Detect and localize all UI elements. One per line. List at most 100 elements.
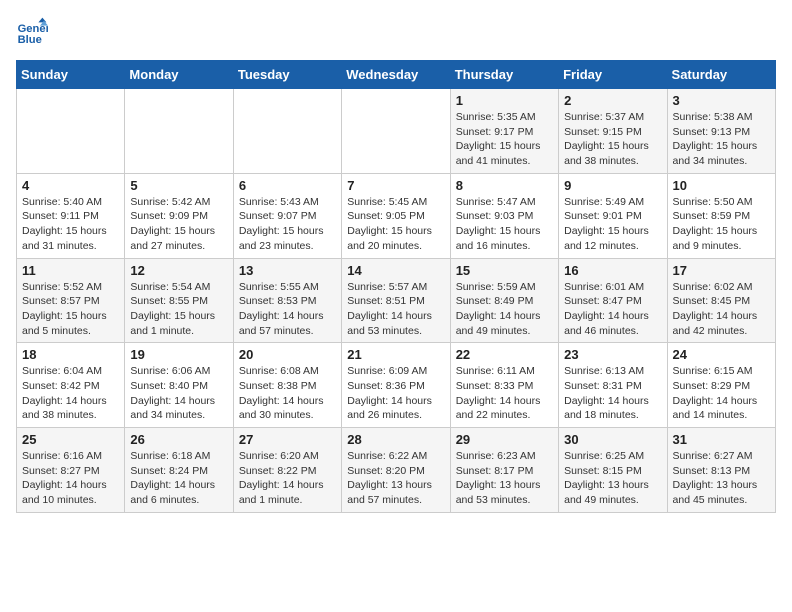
calendar-cell: 24 Sunrise: 6:15 AM Sunset: 8:29 PM Dayli… [667, 343, 775, 428]
calendar-cell [342, 89, 450, 174]
calendar-cell: 2 Sunrise: 5:37 AM Sunset: 9:15 PM Daylig… [559, 89, 667, 174]
day-info: Sunrise: 6:18 AM Sunset: 8:24 PM Dayligh… [130, 449, 227, 508]
day-info: Sunrise: 5:50 AM Sunset: 8:59 PM Dayligh… [673, 195, 770, 254]
calendar-cell: 4 Sunrise: 5:40 AM Sunset: 9:11 PM Daylig… [17, 173, 125, 258]
day-info: Sunrise: 6:16 AM Sunset: 8:27 PM Dayligh… [22, 449, 119, 508]
col-header-wednesday: Wednesday [342, 61, 450, 89]
day-info: Sunrise: 6:09 AM Sunset: 8:36 PM Dayligh… [347, 364, 444, 423]
day-info: Sunrise: 6:20 AM Sunset: 8:22 PM Dayligh… [239, 449, 336, 508]
calendar-cell: 30Sunrise: 6:25 AM Sunset: 8:15 PM Dayli… [559, 428, 667, 513]
calendar-cell: 9 Sunrise: 5:49 AM Sunset: 9:01 PM Daylig… [559, 173, 667, 258]
day-number: 13 [239, 263, 336, 278]
day-info: Sunrise: 5:59 AM Sunset: 8:49 PM Dayligh… [456, 280, 553, 339]
calendar-cell: 11 Sunrise: 5:52 AM Sunset: 8:57 PM Dayli… [17, 258, 125, 343]
header-row: SundayMondayTuesdayWednesdayThursdayFrid… [17, 61, 776, 89]
day-number: 14 [347, 263, 444, 278]
day-number: 18 [22, 347, 119, 362]
calendar-cell: 21Sunrise: 6:09 AM Sunset: 8:36 PM Dayli… [342, 343, 450, 428]
col-header-thursday: Thursday [450, 61, 558, 89]
calendar-cell: 18 Sunrise: 6:04 AM Sunset: 8:42 PM Dayli… [17, 343, 125, 428]
day-number: 1 [456, 93, 553, 108]
col-header-friday: Friday [559, 61, 667, 89]
calendar-cell: 27Sunrise: 6:20 AM Sunset: 8:22 PM Dayli… [233, 428, 341, 513]
day-number: 29 [456, 432, 553, 447]
day-number: 6 [239, 178, 336, 193]
day-info: Sunrise: 6:11 AM Sunset: 8:33 PM Dayligh… [456, 364, 553, 423]
day-info: Sunrise: 6:08 AM Sunset: 8:38 PM Dayligh… [239, 364, 336, 423]
calendar-cell: 5 Sunrise: 5:42 AM Sunset: 9:09 PM Daylig… [125, 173, 233, 258]
day-info: Sunrise: 6:13 AM Sunset: 8:31 PM Dayligh… [564, 364, 661, 423]
day-number: 3 [673, 93, 770, 108]
day-number: 30 [564, 432, 661, 447]
week-row-4: 18 Sunrise: 6:04 AM Sunset: 8:42 PM Dayli… [17, 343, 776, 428]
calendar-cell: 10 Sunrise: 5:50 AM Sunset: 8:59 PM Dayli… [667, 173, 775, 258]
day-number: 24 [673, 347, 770, 362]
calendar-cell [17, 89, 125, 174]
day-info: Sunrise: 5:45 AM Sunset: 9:05 PM Dayligh… [347, 195, 444, 254]
calendar-cell: 17Sunrise: 6:02 AM Sunset: 8:45 PM Dayli… [667, 258, 775, 343]
day-info: Sunrise: 6:15 AM Sunset: 8:29 PM Dayligh… [673, 364, 770, 423]
calendar-cell: 23Sunrise: 6:13 AM Sunset: 8:31 PM Dayli… [559, 343, 667, 428]
calendar-cell: 7 Sunrise: 5:45 AM Sunset: 9:05 PM Daylig… [342, 173, 450, 258]
calendar-cell: 15 Sunrise: 5:59 AM Sunset: 8:49 PM Dayli… [450, 258, 558, 343]
calendar-cell: 29 Sunrise: 6:23 AM Sunset: 8:17 PM Dayli… [450, 428, 558, 513]
week-row-2: 4 Sunrise: 5:40 AM Sunset: 9:11 PM Daylig… [17, 173, 776, 258]
day-info: Sunrise: 6:22 AM Sunset: 8:20 PM Dayligh… [347, 449, 444, 508]
day-number: 17 [673, 263, 770, 278]
day-number: 8 [456, 178, 553, 193]
day-number: 16 [564, 263, 661, 278]
svg-text:Blue: Blue [18, 34, 42, 46]
day-info: Sunrise: 5:47 AM Sunset: 9:03 PM Dayligh… [456, 195, 553, 254]
col-header-saturday: Saturday [667, 61, 775, 89]
day-info: Sunrise: 6:06 AM Sunset: 8:40 PM Dayligh… [130, 364, 227, 423]
calendar-cell: 1 Sunrise: 5:35 AM Sunset: 9:17 PM Daylig… [450, 89, 558, 174]
calendar-cell: 22 Sunrise: 6:11 AM Sunset: 8:33 PM Dayli… [450, 343, 558, 428]
day-number: 20 [239, 347, 336, 362]
day-number: 15 [456, 263, 553, 278]
day-info: Sunrise: 5:35 AM Sunset: 9:17 PM Dayligh… [456, 110, 553, 169]
week-row-5: 25 Sunrise: 6:16 AM Sunset: 8:27 PM Dayli… [17, 428, 776, 513]
day-info: Sunrise: 5:42 AM Sunset: 9:09 PM Dayligh… [130, 195, 227, 254]
calendar-cell: 13 Sunrise: 5:55 AM Sunset: 8:53 PM Dayli… [233, 258, 341, 343]
day-number: 31 [673, 432, 770, 447]
day-number: 12 [130, 263, 227, 278]
calendar-cell [125, 89, 233, 174]
day-info: Sunrise: 5:37 AM Sunset: 9:15 PM Dayligh… [564, 110, 661, 169]
calendar-cell: 28 Sunrise: 6:22 AM Sunset: 8:20 PM Dayli… [342, 428, 450, 513]
calendar-cell: 25 Sunrise: 6:16 AM Sunset: 8:27 PM Dayli… [17, 428, 125, 513]
day-number: 4 [22, 178, 119, 193]
day-number: 22 [456, 347, 553, 362]
week-row-1: 1 Sunrise: 5:35 AM Sunset: 9:17 PM Daylig… [17, 89, 776, 174]
calendar-cell: 6 Sunrise: 5:43 AM Sunset: 9:07 PM Daylig… [233, 173, 341, 258]
page-header: General Blue [16, 16, 776, 48]
day-info: Sunrise: 5:43 AM Sunset: 9:07 PM Dayligh… [239, 195, 336, 254]
calendar-cell: 19Sunrise: 6:06 AM Sunset: 8:40 PM Dayli… [125, 343, 233, 428]
day-number: 10 [673, 178, 770, 193]
day-number: 2 [564, 93, 661, 108]
col-header-sunday: Sunday [17, 61, 125, 89]
day-info: Sunrise: 6:04 AM Sunset: 8:42 PM Dayligh… [22, 364, 119, 423]
day-info: Sunrise: 5:52 AM Sunset: 8:57 PM Dayligh… [22, 280, 119, 339]
calendar-cell: 3 Sunrise: 5:38 AM Sunset: 9:13 PM Daylig… [667, 89, 775, 174]
day-info: Sunrise: 6:23 AM Sunset: 8:17 PM Dayligh… [456, 449, 553, 508]
calendar-table: SundayMondayTuesdayWednesdayThursdayFrid… [16, 60, 776, 513]
logo: General Blue [16, 16, 52, 48]
col-header-monday: Monday [125, 61, 233, 89]
day-number: 11 [22, 263, 119, 278]
calendar-cell: 20 Sunrise: 6:08 AM Sunset: 8:38 PM Dayli… [233, 343, 341, 428]
day-number: 25 [22, 432, 119, 447]
day-info: Sunrise: 5:54 AM Sunset: 8:55 PM Dayligh… [130, 280, 227, 339]
calendar-cell: 12 Sunrise: 5:54 AM Sunset: 8:55 PM Dayli… [125, 258, 233, 343]
calendar-cell: 26Sunrise: 6:18 AM Sunset: 8:24 PM Dayli… [125, 428, 233, 513]
day-info: Sunrise: 5:38 AM Sunset: 9:13 PM Dayligh… [673, 110, 770, 169]
day-info: Sunrise: 5:49 AM Sunset: 9:01 PM Dayligh… [564, 195, 661, 254]
day-number: 5 [130, 178, 227, 193]
day-info: Sunrise: 5:40 AM Sunset: 9:11 PM Dayligh… [22, 195, 119, 254]
day-number: 9 [564, 178, 661, 193]
day-info: Sunrise: 5:57 AM Sunset: 8:51 PM Dayligh… [347, 280, 444, 339]
calendar-cell: 14 Sunrise: 5:57 AM Sunset: 8:51 PM Dayli… [342, 258, 450, 343]
day-info: Sunrise: 5:55 AM Sunset: 8:53 PM Dayligh… [239, 280, 336, 339]
day-number: 7 [347, 178, 444, 193]
calendar-cell: 8 Sunrise: 5:47 AM Sunset: 9:03 PM Daylig… [450, 173, 558, 258]
day-number: 28 [347, 432, 444, 447]
